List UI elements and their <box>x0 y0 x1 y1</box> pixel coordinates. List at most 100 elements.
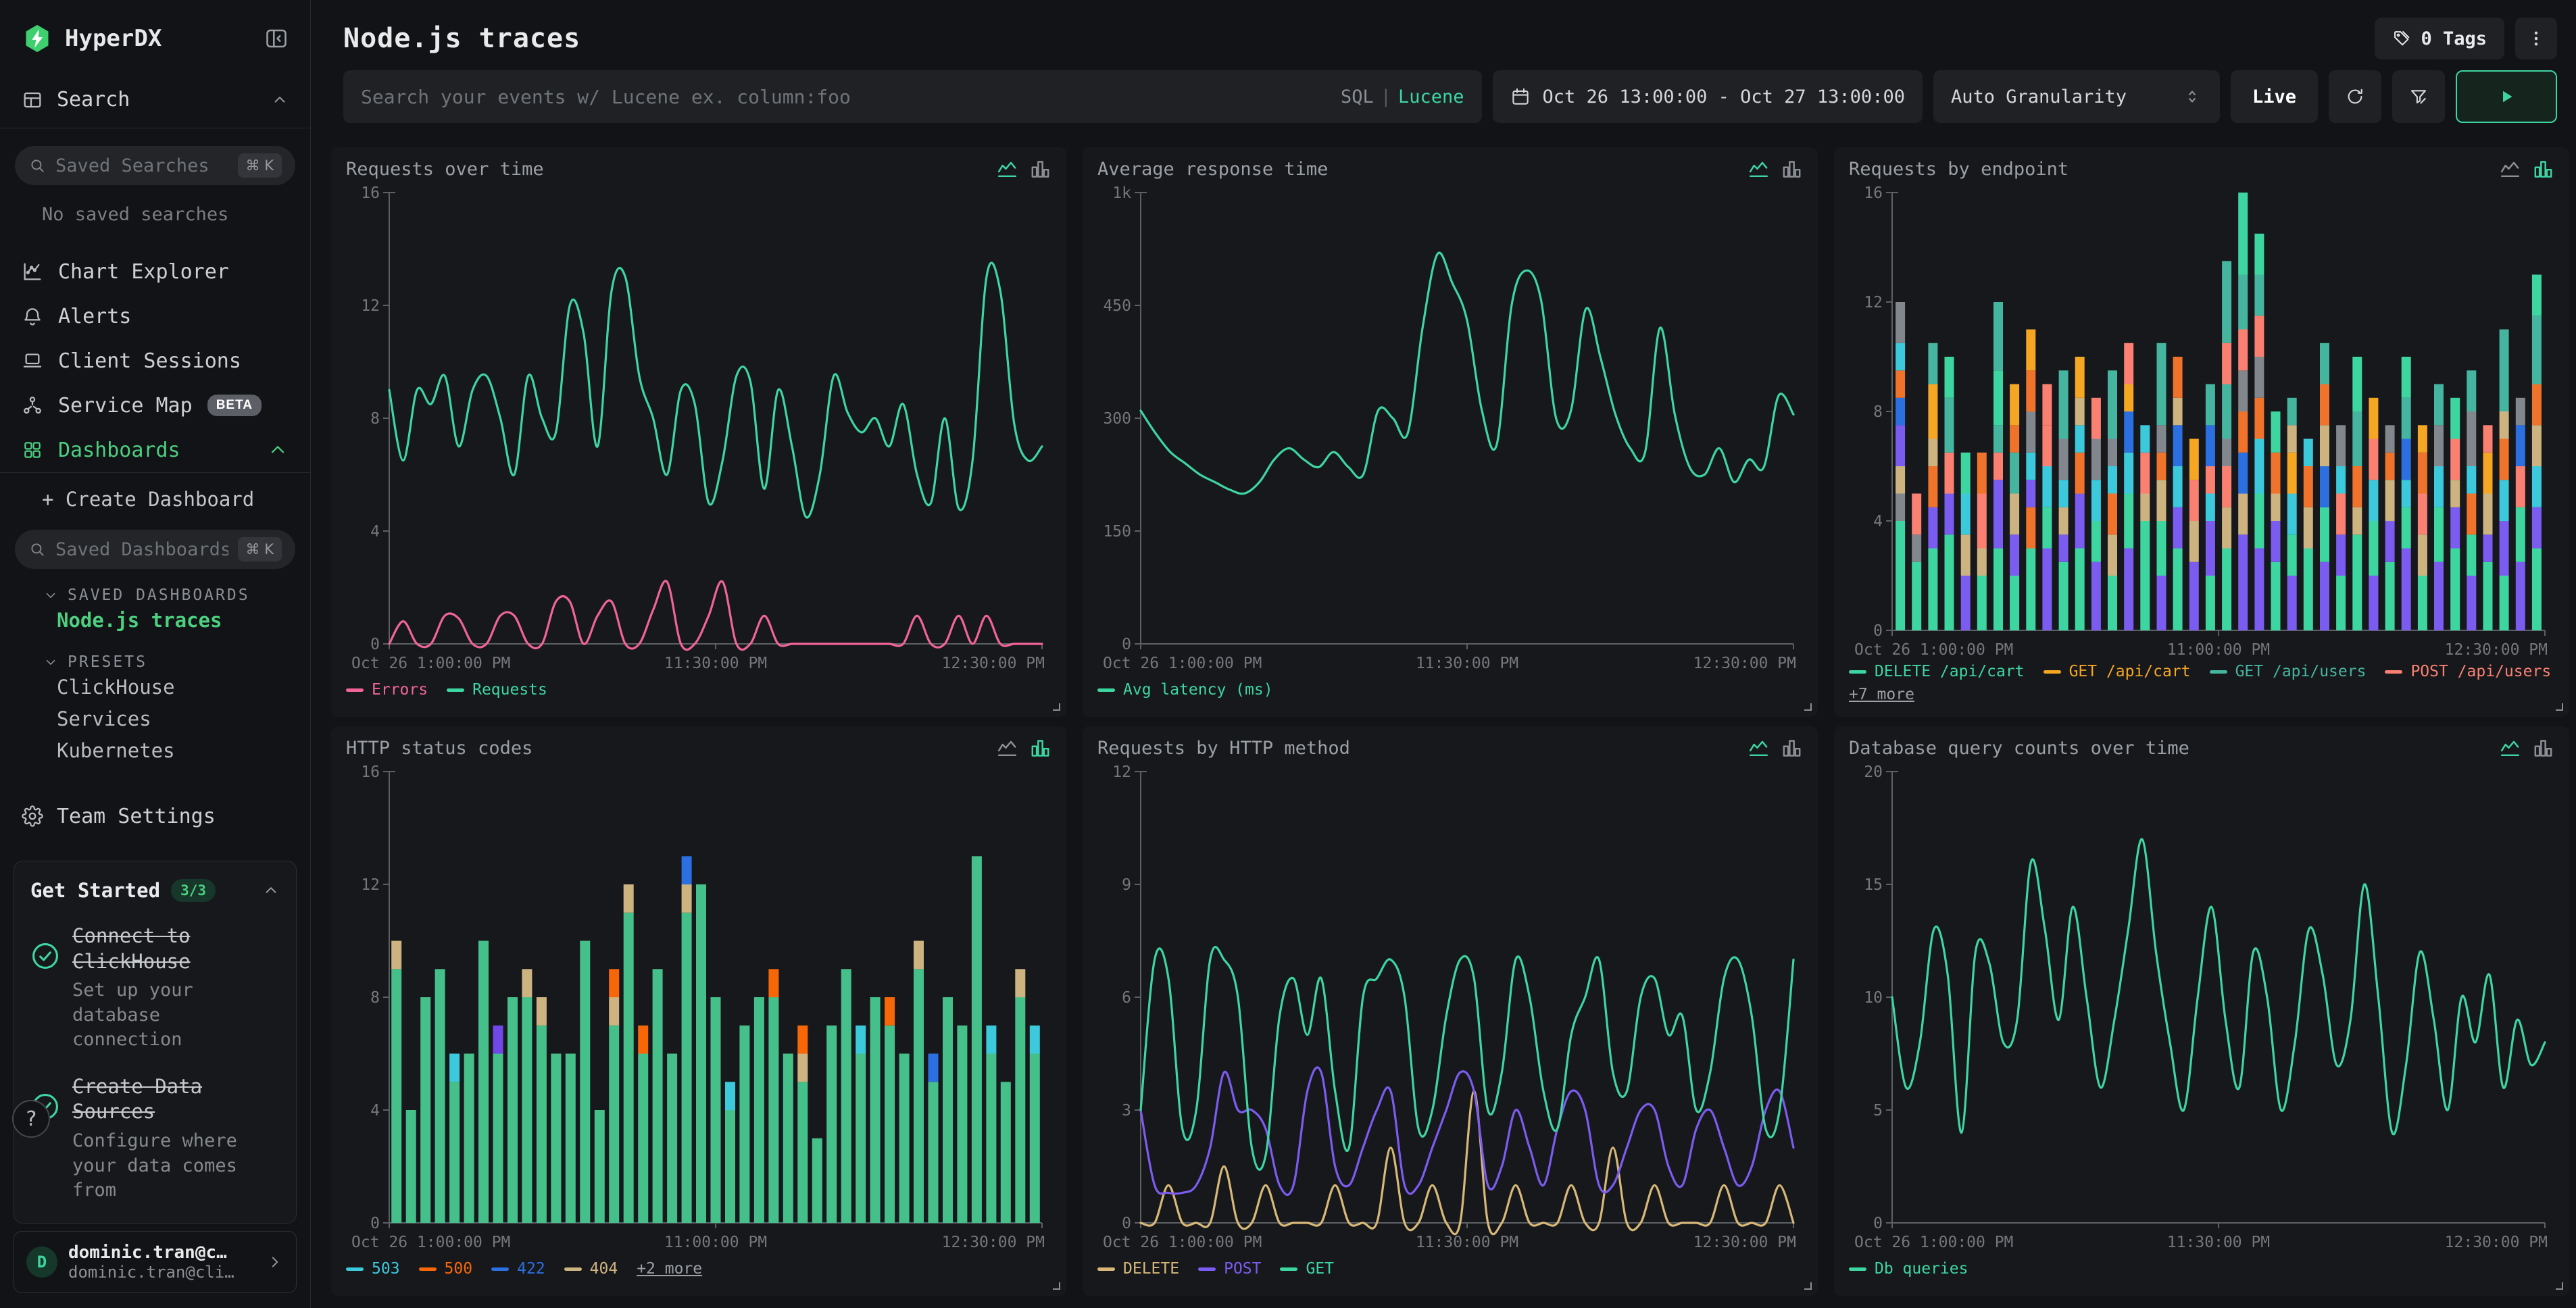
get-started-item-create-data-sources[interactable]: Create Data Sources Configure where your… <box>30 1074 280 1203</box>
toolbar: SQL|Lucene Oct 26 13:00:00 - Oct 27 13:0… <box>331 70 2569 123</box>
resize-handle[interactable] <box>2554 702 2564 711</box>
user-menu[interactable]: D dominic.tran@c… dominic.tran@cli… <box>14 1231 297 1293</box>
charts-grid: Requests over time 1612840Oct 26 1:00:00… <box>331 147 2569 1308</box>
sidebar-item-team-settings[interactable]: Team Settings <box>11 796 299 836</box>
filter-button[interactable] <box>2392 70 2445 123</box>
sidebar-item-chart-explorer[interactable]: Chart Explorer <box>11 249 299 294</box>
sidebar-dashboard-kubernetes[interactable]: Kubernetes <box>11 734 299 766</box>
svg-text:0: 0 <box>370 1215 380 1232</box>
nav-label: Alerts <box>58 305 131 328</box>
saved-dashboards-input[interactable] <box>55 539 228 560</box>
chart-canvas[interactable]: 20151050Oct 26 1:00:00 PM11:30:00 PM12:3… <box>1849 761 2554 1253</box>
sidebar-item-search[interactable]: Search <box>22 88 289 128</box>
line-chart-view-icon[interactable] <box>2499 158 2521 180</box>
mode-sql-label[interactable]: SQL <box>1341 86 1374 107</box>
resize-handle[interactable] <box>1051 702 1061 711</box>
legend-item: 404 <box>564 1260 618 1278</box>
bar-chart-view-icon[interactable] <box>1781 158 1803 180</box>
line-chart-view-icon[interactable] <box>1748 158 1770 180</box>
bar-chart-view-icon[interactable] <box>1029 737 1051 759</box>
line-chart-view-icon[interactable] <box>2499 737 2521 759</box>
chart-panel-requests-over-time: Requests over time 1612840Oct 26 1:00:00… <box>331 147 1066 717</box>
saved-dashboards-searchbox[interactable]: ⌘ K <box>15 530 295 569</box>
legend-item: Errors <box>346 681 428 699</box>
chart-canvas[interactable]: 1612840Oct 26 1:00:00 PM11:00:00 PM12:30… <box>1849 182 2554 660</box>
sidebar-dashboard-node-js-traces[interactable]: Node.js traces <box>11 604 299 636</box>
bar-chart-view-icon[interactable] <box>1781 737 1803 759</box>
line-chart-view-icon[interactable] <box>1748 737 1770 759</box>
event-search-input[interactable] <box>361 86 1329 108</box>
sidebar-item-dashboards[interactable]: Dashboards <box>11 428 299 472</box>
sidebar-collapse-icon[interactable] <box>264 26 289 51</box>
chart-canvas[interactable]: 1612840Oct 26 1:00:00 PM11:30:00 PM12:30… <box>346 182 1051 674</box>
gear-icon <box>22 805 43 827</box>
svg-text:11:30:00 PM: 11:30:00 PM <box>664 655 767 672</box>
legend-item: POST <box>1198 1260 1261 1278</box>
bar-chart-view-icon[interactable] <box>1029 158 1051 180</box>
resize-handle[interactable] <box>2554 1281 2564 1290</box>
chart-title: Average response time <box>1097 159 1328 180</box>
get-started-item-desc: Configure where your data comes from <box>72 1129 280 1203</box>
chevron-up-icon <box>267 439 289 461</box>
legend-item: Avg latency (ms) <box>1097 681 1273 699</box>
dashboard-menu-button[interactable] <box>2515 18 2557 59</box>
sidebar-dashboard-services[interactable]: Services <box>11 703 299 734</box>
resize-handle[interactable] <box>1803 1281 1812 1290</box>
mode-lucene-label[interactable]: Lucene <box>1398 86 1464 107</box>
sidebar: HyperDX Search ⌘ K No saved searches Cha… <box>0 0 311 1308</box>
refresh-icon <box>2345 86 2365 107</box>
tags-button[interactable]: 0 Tags <box>2375 18 2504 59</box>
tags-label: 0 Tags <box>2421 28 2487 49</box>
svg-text:0: 0 <box>1873 622 1883 640</box>
legend-more-link[interactable]: +2 more <box>637 1260 702 1278</box>
saved-searches-searchbox[interactable]: ⌘ K <box>15 146 295 185</box>
refresh-button[interactable] <box>2329 70 2381 123</box>
chart-canvas[interactable]: 1612840Oct 26 1:00:00 PM11:00:00 PM12:30… <box>346 761 1051 1253</box>
nav-label: Service Map <box>58 394 193 418</box>
sidebar-item-client-sessions[interactable]: Client Sessions <box>11 338 299 383</box>
granularity-label: Auto Granularity <box>1951 86 2127 107</box>
saved-searches-input[interactable] <box>55 155 228 176</box>
bar-chart-view-icon[interactable] <box>2532 158 2554 180</box>
date-range-button[interactable]: Oct 26 13:00:00 - Oct 27 13:00:00 <box>1493 70 1923 123</box>
create-dashboard-button[interactable]: + Create Dashboard <box>11 478 299 520</box>
legend-more-link[interactable]: +7 more <box>1849 686 1914 703</box>
run-query-button[interactable] <box>2456 70 2557 123</box>
group-header-presets[interactable]: PRESETS <box>11 653 299 671</box>
svg-text:12:30:00 PM: 12:30:00 PM <box>1693 1234 1796 1251</box>
user-email: dominic.tran@cli… <box>68 1263 255 1282</box>
get-started-progress-badge: 3/3 <box>171 879 216 902</box>
service-map-icon <box>22 395 43 416</box>
svg-text:10: 10 <box>1864 989 1883 1007</box>
chevron-up-icon[interactable] <box>271 91 289 109</box>
query-language-toggle[interactable]: SQL|Lucene <box>1341 86 1464 107</box>
laptop-icon <box>22 350 43 372</box>
chart-explorer-icon <box>22 261 43 282</box>
line-chart-view-icon[interactable] <box>996 158 1018 180</box>
svg-text:12: 12 <box>1112 763 1131 781</box>
svg-text:12:30:00 PM: 12:30:00 PM <box>942 1234 1045 1251</box>
filter-icon <box>2408 86 2429 107</box>
svg-text:16: 16 <box>1864 184 1883 202</box>
chart-title: Requests by HTTP method <box>1097 738 1350 759</box>
svg-text:20: 20 <box>1864 763 1883 781</box>
sidebar-item-service-map[interactable]: Service MapBETA <box>11 383 299 428</box>
nav-label: Chart Explorer <box>58 260 229 284</box>
resize-handle[interactable] <box>1803 702 1812 711</box>
search-icon <box>28 157 46 174</box>
chevron-up-icon[interactable] <box>262 882 280 899</box>
resize-handle[interactable] <box>1051 1281 1061 1290</box>
event-searchbox[interactable]: SQL|Lucene <box>343 70 1482 123</box>
tag-icon <box>2392 29 2411 48</box>
bar-chart-view-icon[interactable] <box>2532 737 2554 759</box>
chart-canvas[interactable]: 1k4503001500Oct 26 1:00:00 PM11:30:00 PM… <box>1097 182 1803 674</box>
group-header-saved-dashboards[interactable]: SAVED DASHBOARDS <box>11 586 299 604</box>
help-button[interactable]: ? <box>12 1100 50 1138</box>
granularity-select[interactable]: Auto Granularity <box>1933 70 2220 123</box>
sidebar-dashboard-clickhouse[interactable]: ClickHouse <box>11 671 299 703</box>
chart-canvas[interactable]: 129630Oct 26 1:00:00 PM11:30:00 PM12:30:… <box>1097 761 1803 1253</box>
sidebar-item-alerts[interactable]: Alerts <box>11 294 299 338</box>
live-button[interactable]: Live <box>2231 70 2318 123</box>
line-chart-view-icon[interactable] <box>996 737 1018 759</box>
get-started-item-connect-to-clickhouse[interactable]: Connect to ClickHouse Set up your databa… <box>30 924 280 1053</box>
